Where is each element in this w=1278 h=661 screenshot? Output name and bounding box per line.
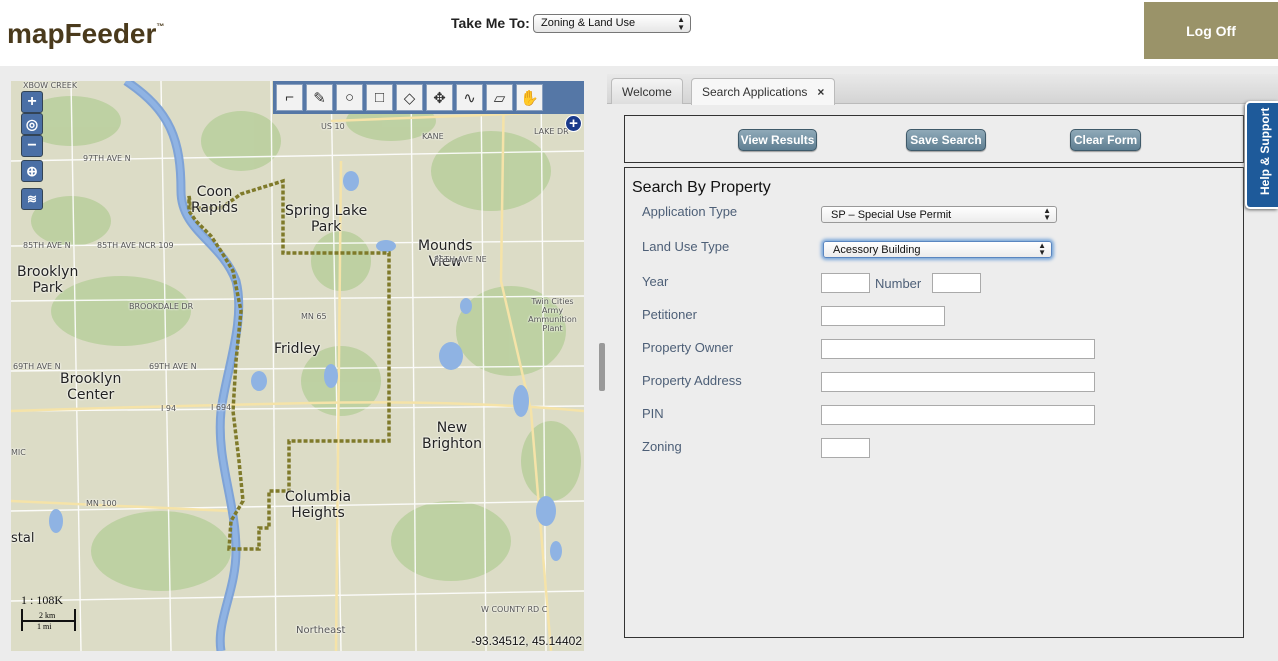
application-type-value: SP – Special Use Permit — [831, 209, 952, 221]
take-me-to-select[interactable]: Zoning & Land Use ▲ ▼ — [533, 14, 691, 33]
label-columbia-heights: Columbia Heights — [285, 489, 352, 521]
ruler-icon[interactable]: ✎ — [306, 84, 333, 111]
map-scale-ratio: 1 : 108K — [21, 593, 63, 607]
land-use-type-label: Land Use Type — [642, 239, 730, 254]
map-toolbar: ⌐ ✎ ○ □ ◇ ✥ ∿ ▱ ✋ — [273, 81, 584, 114]
land-use-type-select[interactable]: Acessory Building ▲ ▼ — [823, 241, 1052, 258]
road-label: MIC — [11, 448, 26, 457]
save-search-button[interactable]: Save Search — [906, 129, 986, 151]
pan-hand-icon[interactable]: ✋ — [516, 84, 543, 111]
label-spring-lake-park: Spring Lake Park — [285, 203, 368, 235]
application-type-select[interactable]: SP – Special Use Permit ▲ ▼ — [821, 206, 1057, 223]
tab-bar: Welcome Search Applications × — [607, 74, 1278, 105]
label-new-brighton: New Brighton — [422, 420, 482, 452]
locate-icon[interactable]: ⊕ — [21, 160, 43, 182]
tab-label: Welcome — [622, 85, 672, 99]
globe-icon[interactable]: ◎ — [21, 113, 43, 135]
property-address-label: Property Address — [642, 373, 742, 388]
year-label: Year — [642, 274, 669, 289]
action-bar: View Results Save Search Clear Form — [624, 115, 1244, 163]
rotated-square-icon[interactable]: ◇ — [396, 84, 423, 111]
road-label: 69TH AVE N — [13, 362, 61, 371]
form-title: Search By Property — [632, 179, 771, 196]
road-label: MN 65 — [301, 312, 327, 321]
square-icon[interactable]: □ — [366, 84, 393, 111]
petitioner-label: Petitioner — [642, 307, 697, 322]
road-label: LAKE DR — [534, 127, 569, 136]
help-support-label: Help & Support — [1258, 107, 1272, 195]
road-label: BROOKDALE DR — [129, 302, 194, 311]
road-label: 69TH AVE N — [149, 362, 197, 371]
road-label: Northeast — [296, 625, 346, 636]
application-type-label: Application Type — [642, 204, 738, 219]
tab-welcome[interactable]: Welcome — [611, 78, 683, 104]
select-arrows-icon: ▲ ▼ — [677, 15, 685, 32]
label-mounds-view: Mounds View — [418, 238, 473, 270]
logo-trademark: ™ — [156, 22, 165, 31]
ruler-l-icon[interactable]: ⌐ — [276, 84, 303, 111]
help-support-tab[interactable]: Help & Support — [1245, 101, 1278, 209]
scale-km: 2 km — [39, 611, 56, 620]
circle-icon[interactable]: ○ — [336, 84, 363, 111]
map-scale-bar: 2 km 1 mi — [21, 609, 76, 631]
take-me-to-label: Take Me To: — [451, 15, 530, 31]
number-label: Number — [875, 276, 922, 291]
property-owner-label: Property Owner — [642, 340, 734, 355]
rss-feed-icon[interactable]: ≋ — [21, 188, 43, 210]
road-label: Twin Cities Army Ammunition Plant — [528, 297, 577, 333]
map-coordinates: -93.34512, 45.14402 — [471, 634, 582, 648]
road-label: XBOW CREEK — [23, 81, 78, 90]
logo-text: mapFeeder — [7, 18, 157, 49]
select-arrows-icon: ▲ ▼ — [1043, 206, 1051, 222]
tab-search-applications[interactable]: Search Applications × — [691, 78, 836, 105]
pin-label: PIN — [642, 406, 664, 421]
map-basemap — [11, 81, 584, 651]
road-label: 85TH AVE NE — [434, 255, 487, 264]
add-layer-icon[interactable]: + — [565, 115, 582, 132]
label-coon-rapids: Coon Rapids — [191, 184, 238, 216]
take-me-to-value: Zoning & Land Use — [541, 17, 636, 29]
road-label: stal — [11, 531, 35, 546]
road-label: 97TH AVE N — [83, 154, 131, 163]
road-label: 85TH AVE NCR 109 — [97, 241, 174, 250]
map-view[interactable]: Coon Rapids Spring Lake Park Mounds View Br… — [11, 81, 584, 651]
road-label: KANE — [422, 132, 444, 141]
app-logo[interactable]: mapFeeder™ — [7, 18, 164, 50]
year-input[interactable] — [821, 273, 870, 293]
zoning-input[interactable] — [821, 438, 870, 458]
label-brooklyn-center: Brooklyn Center — [60, 371, 122, 403]
label-fridley: Fridley — [274, 341, 321, 357]
eraser-icon[interactable]: ▱ — [486, 84, 513, 111]
pin-input[interactable] — [821, 405, 1095, 425]
close-tab-icon[interactable]: × — [817, 85, 824, 99]
label-brooklyn-park: Brooklyn Park — [17, 264, 79, 296]
clear-form-button[interactable]: Clear Form — [1070, 129, 1141, 151]
select-arrows-icon: ▲ ▼ — [1038, 241, 1046, 257]
search-panel: Welcome Search Applications × View Result… — [607, 74, 1278, 661]
road-label: US 10 — [321, 122, 345, 131]
number-input[interactable] — [932, 273, 981, 293]
property-owner-input[interactable] — [821, 339, 1095, 359]
polyline-icon[interactable]: ∿ — [456, 84, 483, 111]
road-label: MN 100 — [86, 499, 117, 508]
zoom-out-icon[interactable]: − — [21, 135, 43, 157]
header: mapFeeder™ Take Me To: Zoning & Land Use… — [0, 0, 1278, 66]
scale-mi: 1 mi — [37, 622, 52, 631]
view-results-button[interactable]: View Results — [738, 129, 817, 151]
tab-label: Search Applications — [702, 85, 808, 99]
zoning-label: Zoning — [642, 439, 682, 454]
move-icon[interactable]: ✥ — [426, 84, 453, 111]
petitioner-input[interactable] — [821, 306, 945, 326]
panel-splitter[interactable] — [599, 343, 605, 391]
road-label: W COUNTY RD C — [481, 605, 548, 614]
road-label: I 694 — [211, 403, 232, 412]
road-label: I 94 — [161, 404, 177, 413]
land-use-type-value: Acessory Building — [833, 244, 921, 256]
property-address-input[interactable] — [821, 372, 1095, 392]
zoom-in-icon[interactable]: + — [21, 91, 43, 113]
search-form: Search By Property Application Type SP –… — [624, 167, 1244, 638]
log-off-button[interactable]: Log Off — [1144, 2, 1278, 59]
road-label: 85TH AVE N — [23, 241, 71, 250]
